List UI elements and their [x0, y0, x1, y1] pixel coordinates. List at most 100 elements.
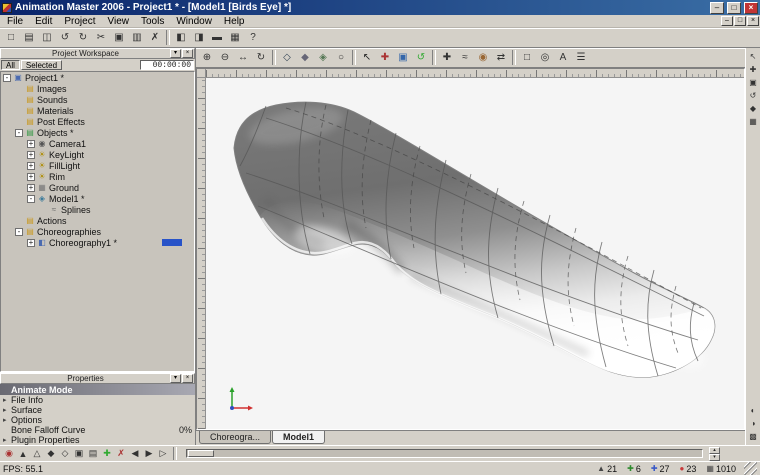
tree-item-actions[interactable]: ▤ Actions [1, 215, 194, 226]
expander-icon[interactable]: - [27, 194, 35, 203]
frame-scrubber-thumb[interactable] [188, 450, 214, 457]
zoom-out-tool[interactable]: ⊖ [216, 50, 234, 66]
prop-file-info[interactable]: ▸ File Info [0, 395, 195, 405]
tree-item-choreographies[interactable]: - ▤ Choreographies [1, 226, 194, 237]
prop-bone-falloff-curve[interactable]: Bone Falloff Curve 0% [0, 425, 195, 435]
delete-button[interactable]: ✗ [146, 30, 164, 46]
open-project-button[interactable]: ▤ [20, 30, 38, 46]
expander-icon[interactable]: + [27, 172, 35, 181]
new-project-button[interactable]: □ [2, 30, 20, 46]
tree-item-filllight[interactable]: + ☀ FillLight [1, 160, 194, 171]
model-key-button[interactable]: ◇ [58, 447, 72, 461]
undo-button[interactable]: ↺ [56, 30, 74, 46]
group-tool[interactable]: □ [518, 50, 536, 66]
expander-icon[interactable]: + [27, 150, 35, 159]
expander-icon[interactable]: + [27, 183, 35, 192]
lathe-tool[interactable]: ◉ [474, 50, 492, 66]
toolbar-icon[interactable] [272, 50, 276, 65]
bones-mode-button[interactable]: ◆ [44, 447, 58, 461]
toolbar-icon[interactable] [432, 50, 436, 65]
mirror-mode-button[interactable]: ◑ [747, 417, 760, 430]
filter-tab-all[interactable]: All [1, 60, 20, 70]
properties-panel-toggle[interactable]: ◨ [190, 30, 208, 46]
workspace-panel-toggle[interactable]: ◧ [172, 30, 190, 46]
library-panel-toggle[interactable]: ▦ [226, 30, 244, 46]
close-button[interactable]: × [744, 1, 758, 14]
force-keyframe-button[interactable]: ✚ [100, 447, 114, 461]
show-manipulators-button[interactable]: ◆ [747, 102, 760, 115]
zoom-in-tool[interactable]: ⊕ [198, 50, 216, 66]
resize-grip[interactable] [744, 462, 757, 475]
expander-icon[interactable]: - [3, 73, 11, 82]
menu-item[interactable]: Tools [135, 15, 170, 28]
panel-close-icon[interactable]: × [182, 49, 193, 58]
turn-view-tool[interactable]: ↻ [252, 50, 270, 66]
branch-key-button[interactable]: ▣ [72, 447, 86, 461]
skeletal-mode-button[interactable]: ▲ [16, 447, 30, 461]
stitch-tool[interactable]: ≈ [456, 50, 474, 66]
tree-item-sounds[interactable]: ▤ Sounds [1, 94, 194, 105]
child-minimize-button[interactable]: – [721, 16, 733, 26]
tree-item-rim[interactable]: + ☀ Rim [1, 171, 194, 182]
translate-tool[interactable]: ✚ [376, 50, 394, 66]
prop-plugin-properties[interactable]: ▸ Plugin Properties [0, 435, 195, 445]
muscle-mode-button[interactable]: △ [30, 447, 44, 461]
paste-button[interactable]: ▥ [128, 30, 146, 46]
show-grid-button[interactable]: ▦ [747, 115, 760, 128]
toolbar-icon[interactable] [352, 50, 356, 65]
expander-icon[interactable]: - [15, 227, 23, 236]
menu-item[interactable]: Project [58, 15, 101, 28]
tree-item-project1[interactable]: - ▣ Project1 * [1, 72, 194, 83]
tree-item-materials[interactable]: ▤ Materials [1, 105, 194, 116]
expander-icon[interactable]: - [15, 128, 23, 137]
tree-item-splines[interactable]: ≈ Splines [1, 204, 194, 215]
rotate-tool[interactable]: ↺ [412, 50, 430, 66]
tree-item-objects[interactable]: - ▤ Objects * [1, 127, 194, 138]
properties-titlebar[interactable]: Properties ▾ × [0, 373, 195, 384]
panel-close-icon[interactable]: × [182, 374, 193, 383]
tree-item-choreography1[interactable]: + ◧ Choreography1 * [1, 237, 194, 248]
expand-arrow-icon[interactable]: ▸ [3, 406, 11, 414]
tree-item-keylight[interactable]: + ☀ KeyLight [1, 149, 194, 160]
cut-button[interactable]: ✂ [92, 30, 110, 46]
timeline-block[interactable] [162, 239, 182, 246]
spin-down-icon[interactable]: ▾ [709, 453, 720, 461]
menu-item[interactable]: Edit [29, 15, 58, 28]
spin-up-icon[interactable]: ▴ [709, 446, 720, 454]
timeline-panel-toggle[interactable]: ▬ [208, 30, 226, 46]
panel-rollup-icon[interactable]: ▾ [170, 49, 181, 58]
tree-item-ground[interactable]: + ▦ Ground [1, 182, 194, 193]
project-workspace-titlebar[interactable]: Project Workspace ▾ × [0, 48, 195, 59]
prev-frame-button[interactable]: ◀ [128, 447, 142, 461]
tree-item-camera1[interactable]: + ◉ Camera1 [1, 138, 194, 149]
maximize-button[interactable]: □ [727, 1, 741, 14]
lasso-tool[interactable]: ◎ [536, 50, 554, 66]
next-frame-button[interactable]: ▷ [156, 447, 170, 461]
menu-item[interactable]: File [1, 15, 29, 28]
extrude-tool[interactable]: ⇄ [492, 50, 510, 66]
redo-button[interactable]: ↻ [74, 30, 92, 46]
filter-tab-selected[interactable]: Selected [20, 60, 63, 70]
save-project-button[interactable]: ◫ [38, 30, 56, 46]
prop-options[interactable]: ▸ Options [0, 415, 195, 425]
panel-rollup-icon[interactable]: ▾ [170, 374, 181, 383]
show-bias-handles-button[interactable]: ◐ [747, 404, 760, 417]
wireframe-mode-button[interactable]: ◇ [278, 50, 296, 66]
rotate-manipulator-button[interactable]: ↺ [747, 89, 760, 102]
standard-manipulator-button[interactable]: ↖ [747, 50, 760, 63]
bone-key-button[interactable]: ▤ [86, 447, 100, 461]
expander-icon[interactable]: + [27, 161, 35, 170]
tab-model1[interactable]: Model1 [272, 431, 326, 444]
copy-button[interactable]: ▣ [110, 30, 128, 46]
shaded-wire-mode-button[interactable]: ◈ [314, 50, 332, 66]
select-tool[interactable]: ↖ [358, 50, 376, 66]
expand-arrow-icon[interactable]: ▸ [3, 436, 11, 444]
curved-mode-button[interactable]: ○ [332, 50, 350, 66]
frame-scrubber-track[interactable] [186, 449, 703, 458]
toolbar-icon[interactable] [512, 50, 516, 65]
minimize-button[interactable]: – [710, 1, 724, 14]
play-button[interactable]: ▶ [142, 447, 156, 461]
delete-keyframe-button[interactable]: ✗ [114, 447, 128, 461]
expander-icon[interactable]: + [27, 238, 35, 247]
add-point-tool[interactable]: ✚ [438, 50, 456, 66]
